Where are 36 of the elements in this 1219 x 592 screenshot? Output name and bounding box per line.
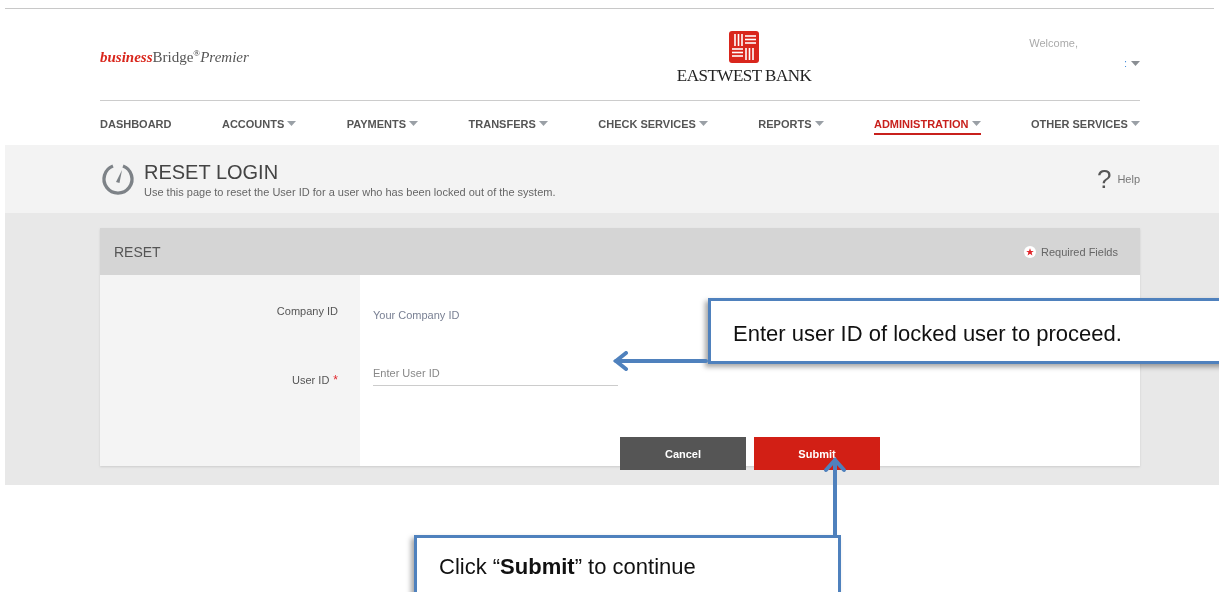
help-link[interactable]: Help (1117, 173, 1140, 185)
callout-box: Enter user ID of locked user to proceed. (708, 298, 1219, 364)
field-label: User ID (292, 374, 330, 386)
nav-tab[interactable]: REPORTS (758, 111, 824, 135)
nav-tab[interactable]: CHECK SERVICES (598, 111, 708, 135)
caret-icon[interactable] (698, 121, 708, 126)
caret-icon[interactable] (1130, 121, 1140, 126)
cancel-button[interactable]: Cancel (620, 437, 746, 470)
callout-box: Click “Submit” to continue (414, 535, 841, 592)
nav-tab[interactable]: ACCOUNTS (221, 111, 297, 135)
product-logo: businessBridge$^{®}$Premier (100, 47, 249, 66)
submit-button[interactable]: Submit (754, 437, 880, 470)
caret-icon[interactable] (814, 121, 824, 126)
field-value: Your Company ID (373, 309, 460, 321)
caret-icon[interactable] (538, 121, 548, 126)
field-label: Company ID (276, 305, 338, 317)
caret-icon[interactable] (1131, 60, 1140, 66)
caret-icon[interactable] (971, 121, 981, 126)
help-icon[interactable]: ? (1096, 163, 1112, 195)
page-title: RESET LOGIN (144, 160, 280, 184)
nav-tab[interactable]: DASHBOARD (100, 111, 172, 135)
user-id-field[interactable]: Enter User ID (373, 360, 618, 386)
caret-icon[interactable] (287, 121, 297, 126)
required-mark: * (333, 373, 338, 387)
page-description: Use this page to reset the User ID for a user who has been locked out of the system. (144, 185, 557, 198)
required-fields-note: Required Fields (1040, 245, 1118, 258)
welcome-text: Welcome, (1029, 37, 1078, 49)
panel-title: RESET (114, 243, 161, 260)
bank-logo-icon (728, 29, 761, 64)
nav-tab[interactable]: ADMINISTRATION (874, 111, 981, 135)
required-star-icon (1023, 245, 1036, 258)
nav-tab[interactable]: OTHER SERVICES (1030, 111, 1140, 135)
nav-tab[interactable]: TRANSFERS (468, 111, 548, 135)
caret-icon[interactable] (409, 121, 419, 126)
nav-tab[interactable]: PAYMENTS (346, 111, 419, 135)
bank-name: EASTWEST BANK (676, 65, 812, 86)
